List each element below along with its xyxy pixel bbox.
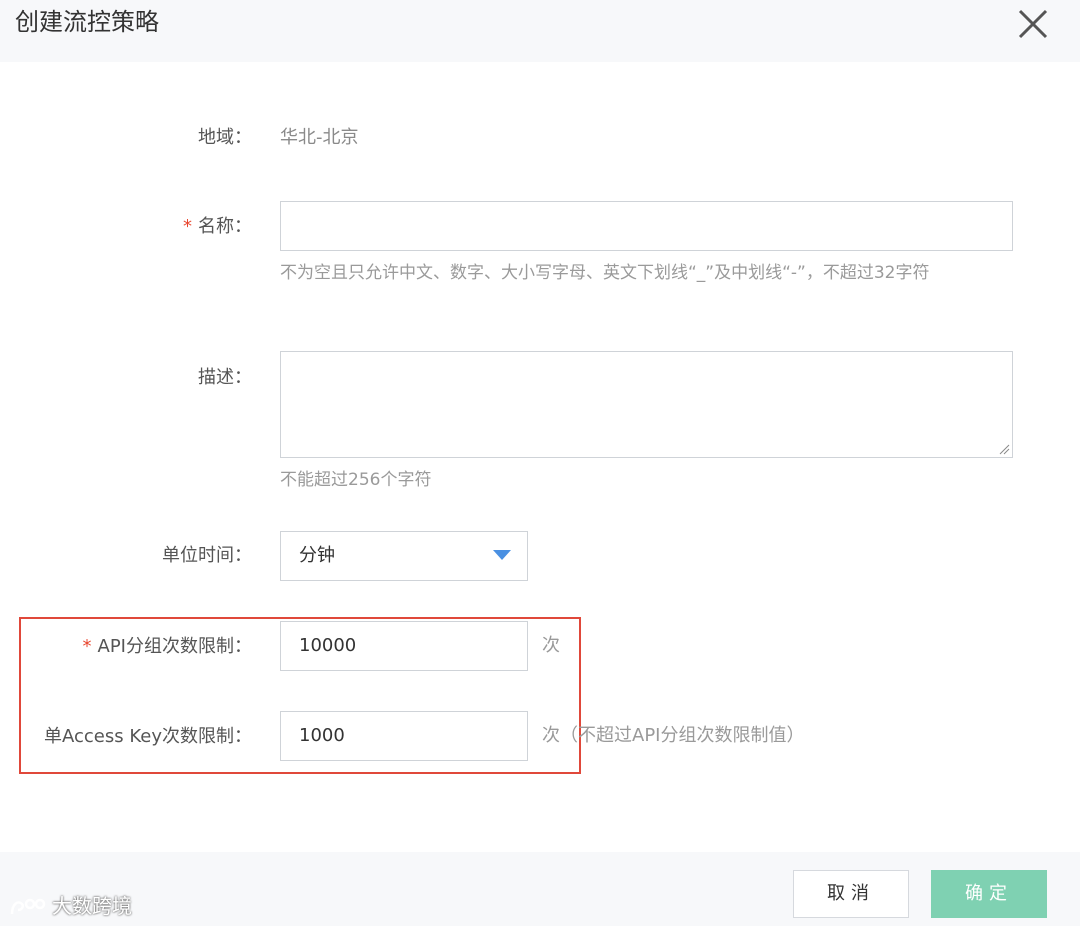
- api-limit-label-row: * API分组次数限制：: [83, 635, 252, 659]
- description-textarea[interactable]: [280, 351, 1013, 458]
- required-mark: *: [183, 216, 192, 237]
- unit-time-select[interactable]: 分钟: [280, 531, 528, 581]
- dialog-title: 创建流控策略: [15, 8, 159, 36]
- access-key-limit-label: 单Access Key次数限制：: [44, 726, 252, 747]
- api-limit-label: API分组次数限制：: [97, 636, 252, 657]
- api-limit-value: 10000: [299, 635, 357, 656]
- region-value: 华北-北京: [280, 127, 359, 148]
- name-help-text: 不为空且只允许中文、数字、大小写字母、英文下划线“_”及中划线“-”，不超过32…: [280, 263, 930, 283]
- region-label: 地域：: [198, 127, 252, 148]
- close-icon: [1018, 9, 1048, 39]
- unit-time-label: 单位时间：: [162, 545, 252, 566]
- watermark-text: 大数跨境: [52, 894, 132, 918]
- caret-down-icon: [493, 550, 511, 560]
- close-button[interactable]: [1016, 7, 1050, 41]
- dialog-footer: [0, 852, 1080, 926]
- confirm-button[interactable]: 确定: [931, 870, 1047, 918]
- required-mark: *: [82, 636, 92, 657]
- name-label: 名称：: [198, 216, 252, 237]
- access-key-limit-suffix: 次（不超过API分组次数限制值）: [542, 725, 805, 746]
- access-key-limit-input[interactable]: 1000: [280, 711, 528, 761]
- description-label: 描述：: [198, 367, 252, 388]
- access-key-limit-value: 1000: [299, 725, 345, 746]
- api-limit-input[interactable]: 10000: [280, 621, 528, 671]
- name-input[interactable]: [280, 201, 1013, 251]
- unit-time-selected: 分钟: [299, 545, 335, 566]
- watermark: 大数跨境: [8, 893, 132, 920]
- name-label-row: * 名称：: [183, 215, 252, 239]
- dialog-header: 创建流控策略: [0, 0, 1080, 62]
- description-help-text: 不能超过256个字符: [280, 470, 432, 490]
- api-limit-suffix: 次: [542, 635, 560, 656]
- brand-logo-icon: [10, 898, 46, 914]
- cancel-button[interactable]: 取消: [793, 870, 909, 918]
- resize-handle-icon[interactable]: [998, 443, 1010, 455]
